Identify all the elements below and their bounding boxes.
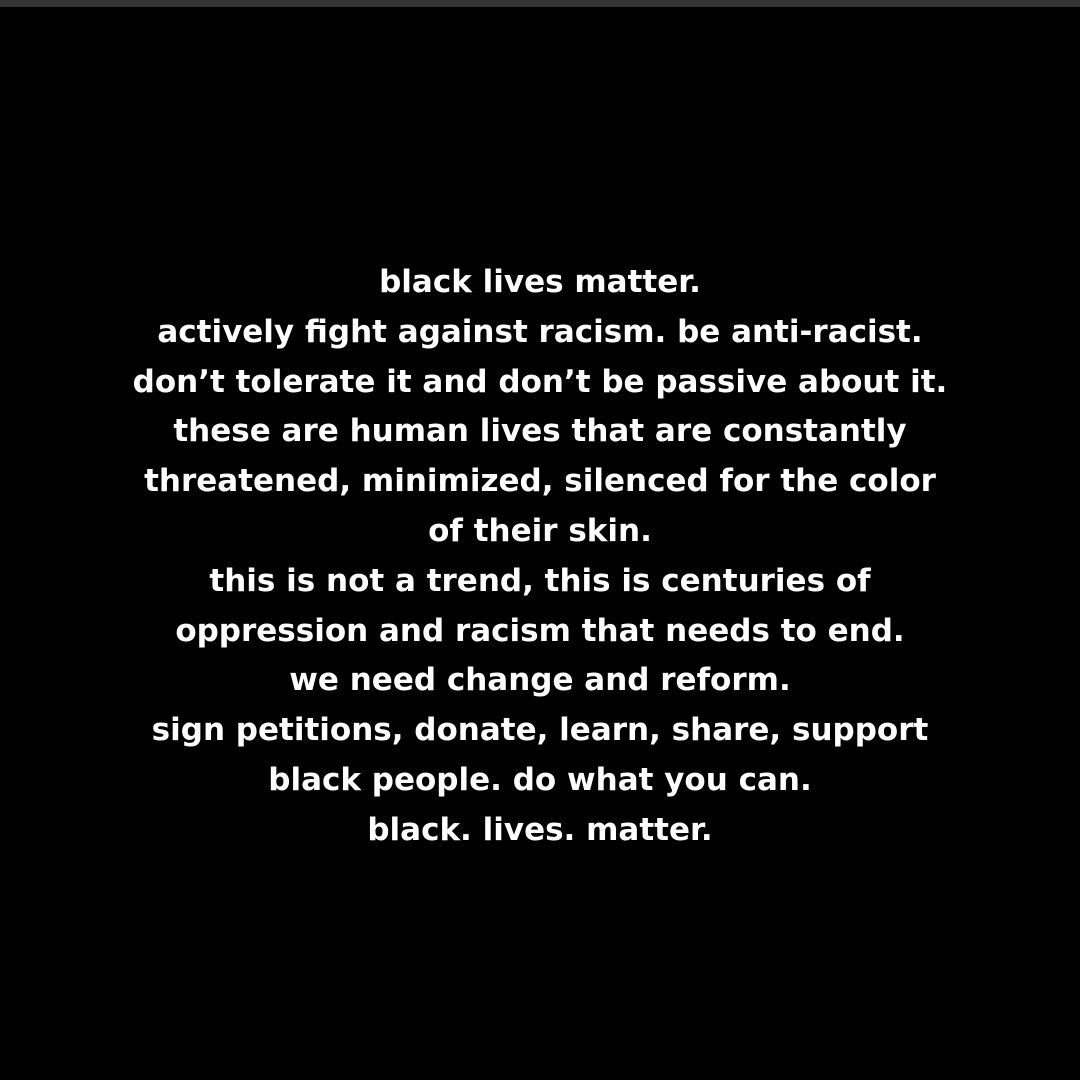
message-line: we need change and reform. [289, 662, 791, 699]
top-edge-bar [0, 0, 1080, 7]
message-line: threatened, minimized, silenced for the … [144, 463, 936, 500]
message-line: sign petitions, donate, learn, share, su… [151, 712, 929, 749]
message-line: oppression and racism that needs to end. [175, 612, 905, 649]
message-line: black people. do what you can. [268, 761, 812, 798]
message-line: these are human lives that are constantl… [173, 413, 907, 450]
message-line: black. lives. matter. [367, 811, 713, 848]
message-line: don’t tolerate it and don’t be passive a… [132, 363, 948, 400]
message-text: black lives matter. actively fight again… [0, 258, 1080, 856]
message-line: black lives matter. [379, 264, 701, 300]
post-canvas: black lives matter. actively fight again… [0, 0, 1080, 1080]
message-line: of their skin. [428, 512, 652, 549]
message-line: actively fight against racism. be anti-r… [157, 313, 923, 350]
message-line: this is not a trend, this is centuries o… [209, 562, 871, 599]
